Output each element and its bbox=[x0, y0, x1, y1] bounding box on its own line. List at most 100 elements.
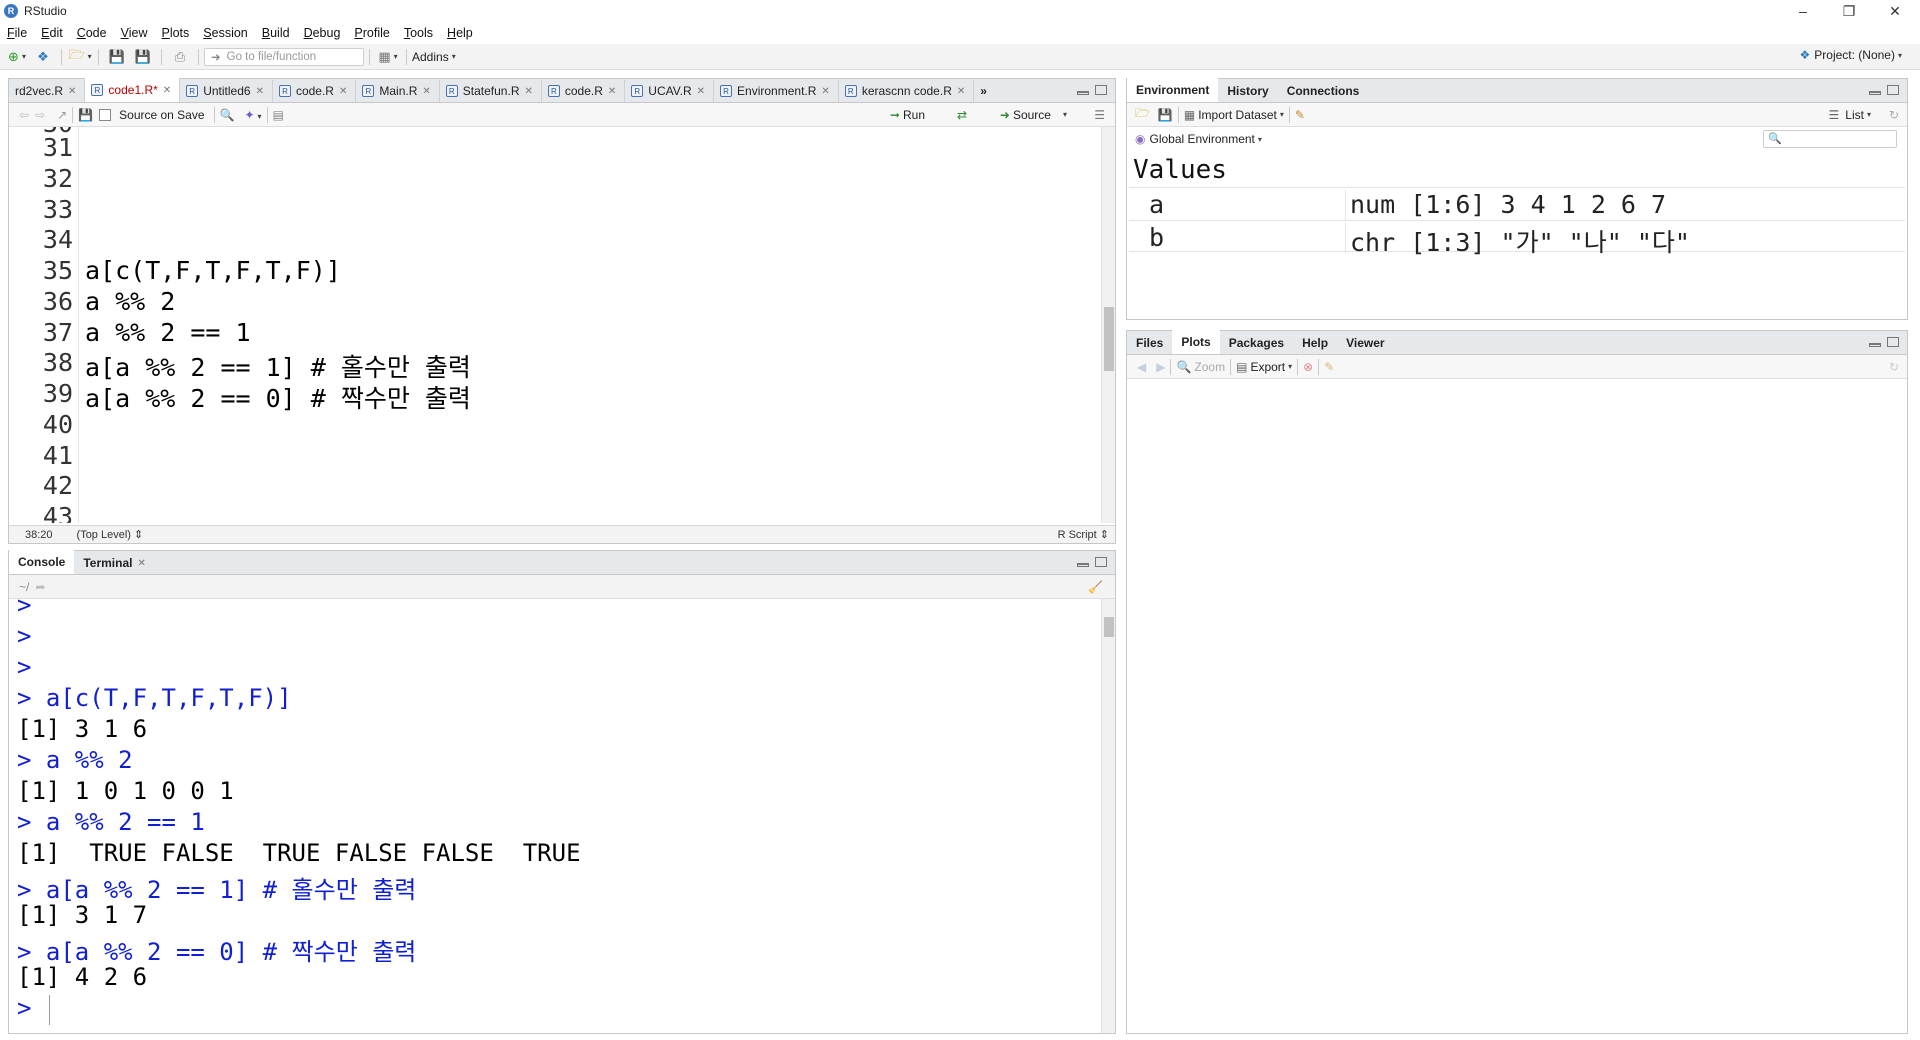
addins-menu[interactable]: Addins bbox=[412, 50, 449, 64]
editor-tab[interactable]: R Statefun.R ✕ bbox=[440, 80, 542, 102]
save-icon[interactable]: 💾 bbox=[106, 48, 128, 66]
minimize-pane-icon[interactable] bbox=[1077, 563, 1089, 567]
scrollbar-thumb[interactable] bbox=[1104, 617, 1114, 637]
clear-console-icon[interactable]: 🧹 bbox=[1088, 580, 1103, 594]
menu-profile[interactable]: Profile bbox=[347, 26, 396, 40]
editor-tab[interactable]: R Environment.R ✕ bbox=[714, 80, 839, 102]
file-type-selector[interactable]: R Script ⇕ bbox=[1058, 528, 1109, 541]
tab-connections[interactable]: Connections bbox=[1278, 80, 1369, 102]
maximize-pane-icon[interactable] bbox=[1095, 557, 1107, 567]
go-to-file-input[interactable]: ➜ Go to file/function bbox=[204, 47, 364, 66]
maximize-pane-icon[interactable] bbox=[1095, 85, 1107, 95]
restore-button[interactable]: ❐ bbox=[1826, 0, 1872, 22]
menu-session[interactable]: Session bbox=[196, 26, 254, 40]
tab-environment[interactable]: Environment bbox=[1127, 78, 1219, 102]
env-variable-row[interactable]: a num [1:6] 3 4 1 2 6 7 bbox=[1129, 187, 1905, 220]
view-mode-selector[interactable]: ☰ List ▾ bbox=[1829, 108, 1871, 122]
tab-packages[interactable]: Packages bbox=[1220, 332, 1293, 354]
forward-arrow-icon[interactable]: ⇨ bbox=[35, 108, 45, 122]
menu-help[interactable]: Help bbox=[440, 26, 480, 40]
tab-help[interactable]: Help bbox=[1293, 332, 1337, 354]
close-icon[interactable]: ✕ bbox=[957, 86, 965, 97]
print-icon[interactable]: ⎙ bbox=[169, 48, 191, 66]
save-all-icon[interactable]: 💾 bbox=[132, 48, 154, 66]
editor-tab[interactable]: R Untitled6 ✕ bbox=[180, 80, 273, 102]
back-arrow-icon[interactable]: ⇦ bbox=[19, 108, 29, 122]
editor-tab[interactable]: R Main.R ✕ bbox=[356, 80, 440, 102]
export-button[interactable]: ▤ Export ▾ bbox=[1236, 360, 1292, 374]
minimize-pane-icon[interactable] bbox=[1077, 91, 1089, 95]
menu-plots[interactable]: Plots bbox=[154, 26, 196, 40]
minimize-pane-icon[interactable] bbox=[1869, 343, 1881, 347]
document-outline-icon[interactable]: ☰ bbox=[1094, 108, 1105, 122]
env-variable-row[interactable]: b chr [1:3] "가" "나" "다" bbox=[1129, 220, 1905, 257]
close-icon[interactable]: ✕ bbox=[524, 86, 532, 97]
console-output[interactable]: > > > > a[c(T,F,T,F,T,F)] [1] 3 1 6 > a … bbox=[9, 599, 1115, 1033]
more-tabs-icon[interactable]: » bbox=[974, 80, 995, 102]
refresh-icon[interactable]: ↻ bbox=[1889, 108, 1899, 122]
editor-tab[interactable]: R UCAV.R ✕ bbox=[625, 80, 715, 102]
editor-tab[interactable]: Rcode.R ✕ bbox=[542, 80, 626, 102]
save-workspace-icon[interactable]: 💾 bbox=[1158, 108, 1173, 122]
menu-view[interactable]: View bbox=[114, 26, 155, 40]
editor-tab[interactable]: Rcode.R ✕ bbox=[273, 80, 357, 102]
close-icon[interactable]: ✕ bbox=[137, 558, 145, 569]
source-on-save-checkbox[interactable] bbox=[99, 108, 112, 121]
environment-scope-selector[interactable]: ◉ Global Environment ▾ bbox=[1135, 132, 1262, 146]
broom-icon[interactable]: ✎ bbox=[1295, 108, 1305, 122]
scope-selector[interactable]: (Top Level) ⇕ bbox=[77, 528, 144, 541]
search-icon[interactable]: 🔍 bbox=[220, 108, 235, 122]
project-menu[interactable]: ❖ Project: (None) ▾ bbox=[1800, 48, 1902, 62]
magic-wand-icon[interactable]: ✦ ▾ bbox=[244, 108, 261, 122]
menu-edit[interactable]: Edit bbox=[34, 26, 70, 40]
console-scrollbar[interactable] bbox=[1101, 599, 1115, 1033]
show-in-window-icon[interactable]: ↗ bbox=[57, 108, 67, 122]
close-icon[interactable]: ✕ bbox=[422, 86, 430, 97]
close-icon[interactable]: ✕ bbox=[163, 85, 171, 96]
tab-plots[interactable]: Plots bbox=[1172, 330, 1220, 354]
editor-tab[interactable]: Rkerascnn code.R ✕ bbox=[839, 80, 975, 102]
environment-search-input[interactable]: 🔍 bbox=[1763, 130, 1897, 148]
code-editor[interactable]: 30 31 32 33 34 35 36 37 38 39 40 41 42 4… bbox=[9, 127, 1115, 523]
new-file-icon[interactable]: ⊕ ▾ bbox=[6, 48, 28, 66]
editor-tab[interactable]: rd2vec.R ✕ bbox=[9, 80, 86, 102]
editor-tab-active[interactable]: Rcode1.R* ✕ bbox=[85, 78, 181, 102]
menu-file[interactable]: File bbox=[0, 26, 34, 40]
menu-code[interactable]: Code bbox=[70, 26, 114, 40]
load-workspace-icon[interactable]: 🗁 bbox=[1135, 104, 1150, 125]
editor-scrollbar[interactable] bbox=[1101, 127, 1115, 523]
refresh-icon[interactable]: ↻ bbox=[1889, 360, 1899, 374]
close-icon[interactable]: ✕ bbox=[339, 86, 347, 97]
tab-files[interactable]: Files bbox=[1127, 332, 1172, 354]
maximize-pane-icon[interactable] bbox=[1887, 85, 1899, 95]
close-icon[interactable]: ✕ bbox=[697, 86, 705, 97]
tab-history[interactable]: History bbox=[1218, 80, 1277, 102]
maximize-pane-icon[interactable] bbox=[1887, 337, 1899, 347]
minimize-button[interactable]: – bbox=[1780, 0, 1826, 22]
menu-debug[interactable]: Debug bbox=[297, 26, 348, 40]
open-folder-icon[interactable]: 🗁 ▾ bbox=[68, 47, 91, 66]
import-dataset-button[interactable]: ▦ Import Dataset ▾ bbox=[1184, 108, 1284, 122]
zoom-button[interactable]: 🔍 Zoom bbox=[1176, 360, 1225, 374]
compile-report-icon[interactable]: ▤ bbox=[273, 108, 284, 122]
close-icon[interactable]: ✕ bbox=[608, 86, 616, 97]
close-icon[interactable]: ✕ bbox=[68, 86, 76, 97]
close-icon[interactable]: ✕ bbox=[821, 86, 829, 97]
source-button[interactable]: ➜ Source ▾ bbox=[1000, 108, 1067, 122]
go-to-directory-icon[interactable]: ➦ bbox=[35, 580, 45, 594]
save-icon[interactable]: 💾 bbox=[78, 108, 93, 122]
broom-icon[interactable]: ✎ bbox=[1324, 360, 1334, 374]
run-button[interactable]: ➞ Run bbox=[890, 108, 925, 122]
close-button[interactable]: ✕ bbox=[1872, 0, 1918, 22]
tab-viewer[interactable]: Viewer bbox=[1337, 332, 1393, 354]
minimize-pane-icon[interactable] bbox=[1869, 91, 1881, 95]
remove-plot-icon[interactable]: ⊗ bbox=[1303, 360, 1313, 374]
rerun-icon[interactable]: ⇄ bbox=[957, 108, 967, 122]
menu-build[interactable]: Build bbox=[255, 26, 297, 40]
tab-console[interactable]: Console bbox=[9, 550, 75, 574]
grid-layout-icon[interactable]: ▦ ▾ bbox=[377, 48, 399, 66]
previous-plot-icon[interactable]: ◀ bbox=[1137, 360, 1146, 374]
next-plot-icon[interactable]: ▶ bbox=[1156, 360, 1165, 374]
menu-tools[interactable]: Tools bbox=[397, 26, 440, 40]
new-project-icon[interactable]: ❖ bbox=[32, 48, 54, 66]
